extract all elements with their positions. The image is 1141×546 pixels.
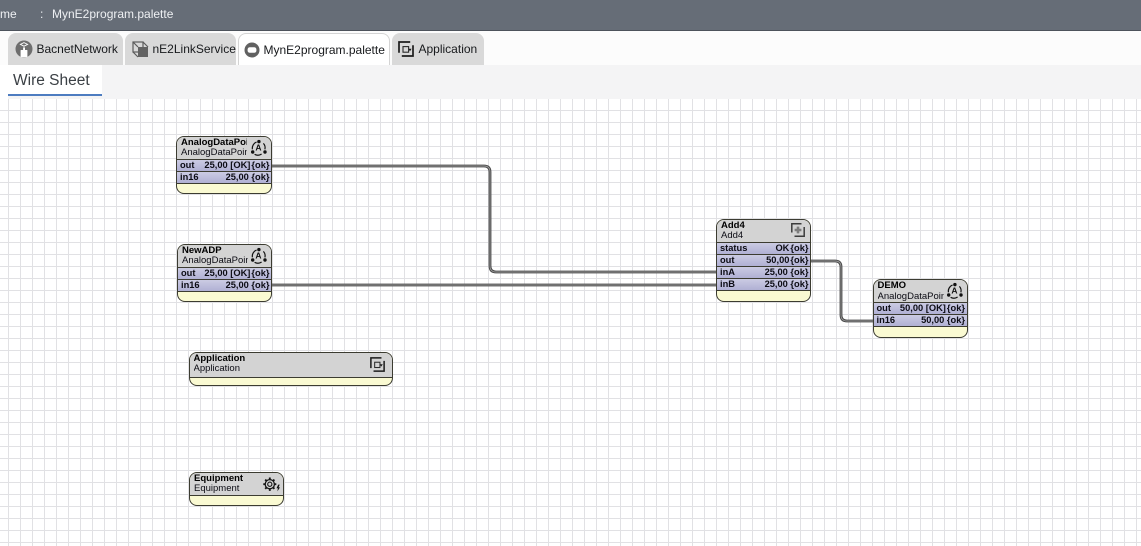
svg-text:A: A <box>255 142 261 152</box>
svg-text:A: A <box>255 250 261 260</box>
svg-text:A: A <box>951 286 957 296</box>
